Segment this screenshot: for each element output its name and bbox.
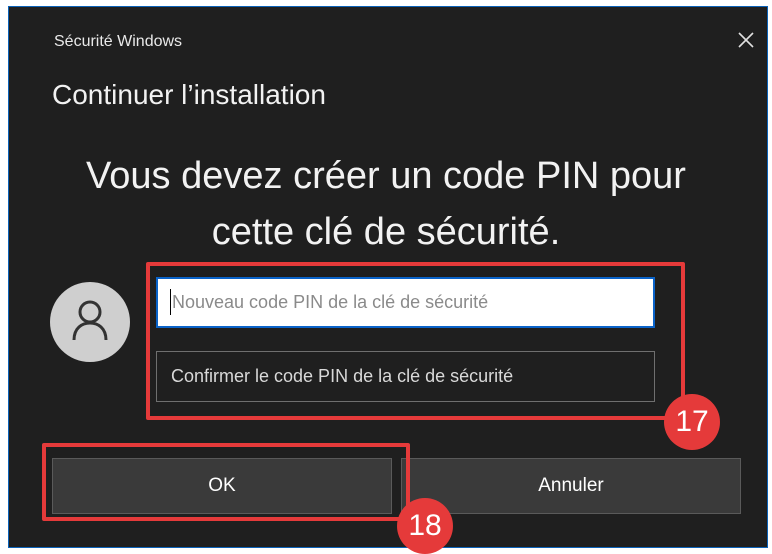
cancel-button[interactable]: Annuler bbox=[401, 458, 741, 514]
avatar bbox=[50, 282, 130, 362]
message-line-1: Vous devez créer un code PIN pour bbox=[86, 155, 686, 197]
annotation-highlight-inputs bbox=[146, 262, 685, 420]
step-badge-18: 18 bbox=[397, 498, 453, 554]
message-line-2: cette clé de sécurité. bbox=[211, 211, 561, 253]
close-button[interactable] bbox=[729, 25, 763, 59]
dialog-heading: Continuer l’installation bbox=[52, 79, 326, 110]
annotation-highlight-ok bbox=[42, 443, 410, 521]
close-icon bbox=[737, 31, 755, 54]
window-title: Sécurité Windows bbox=[54, 33, 183, 50]
step-badge-17: 17 bbox=[664, 394, 720, 450]
instruction-message: Vous devez créer un code PIN pour cette … bbox=[16, 148, 756, 260]
user-icon bbox=[70, 298, 110, 347]
